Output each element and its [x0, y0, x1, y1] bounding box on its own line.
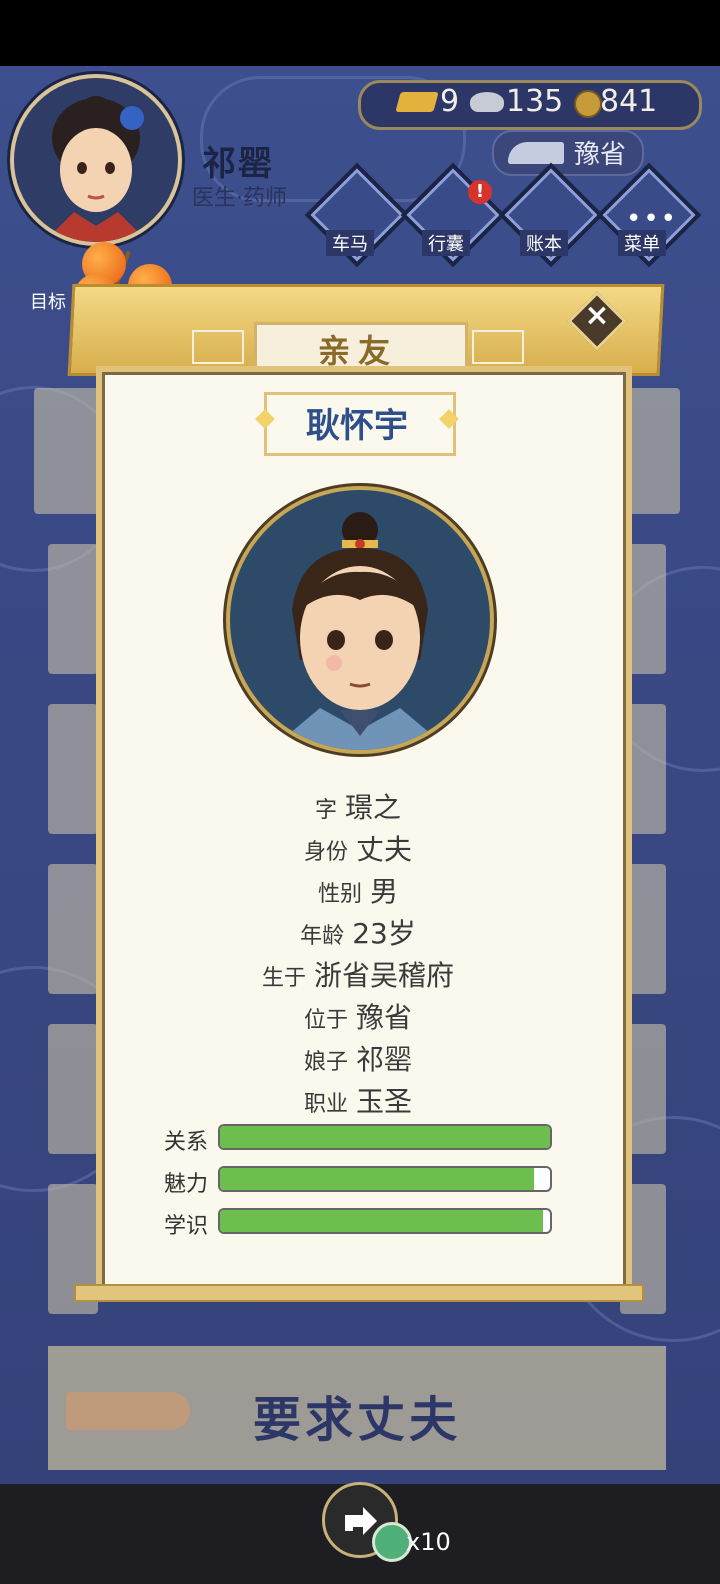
charm-fill — [220, 1168, 534, 1190]
gold-count: 9 — [440, 84, 460, 119]
info-label: 年龄 — [300, 924, 345, 949]
stat-label-relationship: 关系 — [164, 1130, 209, 1155]
nav-label-ledger: 账本 — [520, 230, 568, 256]
player-profession: 医生·药师 — [192, 186, 287, 211]
request-husband-button[interactable]: 要求丈夫 — [48, 1380, 666, 1450]
nav-label-menu: 菜单 — [618, 230, 666, 256]
province-label: 豫省 — [574, 140, 627, 170]
gold-ingot-icon — [395, 92, 439, 112]
info-value: 祁罂 — [356, 1043, 413, 1076]
bg-card — [48, 864, 98, 994]
coin-icon — [574, 90, 602, 118]
target-label: 目标 — [30, 292, 66, 313]
info-row-location: 位于 豫省 — [100, 996, 616, 1036]
info-value: 23岁 — [352, 917, 416, 950]
info-label: 字 — [314, 798, 337, 823]
info-value: 璟之 — [345, 791, 402, 824]
info-row-age: 年龄 23岁 — [100, 912, 616, 952]
nav-label-bag: 行囊 — [422, 230, 470, 256]
banner-ornament — [472, 330, 524, 364]
info-label: 生于 — [261, 966, 306, 991]
player-avatar[interactable] — [10, 74, 182, 246]
share-reward-count: x10 — [406, 1528, 451, 1556]
info-value: 豫省 — [356, 1001, 413, 1034]
coin-count: 841 — [600, 84, 658, 119]
person-portrait — [226, 486, 494, 754]
info-row-wife: 娘子 祁罂 — [100, 1038, 616, 1078]
person-name: 耿怀宇 — [306, 406, 408, 446]
info-value: 浙省吴稽府 — [314, 959, 455, 992]
notification-badge-icon: ! — [468, 180, 492, 204]
info-row-birthplace: 生于 浙省吴稽府 — [100, 954, 616, 994]
info-row-gender: 性别男 — [100, 870, 616, 910]
silver-count: 135 — [506, 84, 564, 119]
stat-label-charm: 魅力 — [164, 1172, 209, 1197]
bg-card — [48, 704, 98, 834]
close-icon[interactable]: × — [580, 298, 614, 333]
info-row-occupation: 职业 玉圣 — [100, 1080, 616, 1120]
player-name: 祁罂 — [202, 144, 274, 184]
relationship-fill — [220, 1126, 550, 1148]
info-label: 职业 — [303, 1092, 348, 1117]
banner-ornament — [192, 330, 244, 364]
info-row-identity: 身份 丈夫 — [100, 828, 616, 868]
bg-card — [48, 1024, 98, 1154]
knowledge-bar — [218, 1208, 552, 1234]
info-label: 性别 — [317, 882, 362, 907]
bg-card — [48, 544, 98, 674]
info-value: 男 — [370, 875, 399, 908]
status-bar — [0, 0, 720, 66]
silver-ingot-icon — [470, 92, 504, 112]
info-label: 位于 — [303, 1008, 348, 1033]
scroll-bottom-rod — [74, 1284, 644, 1302]
charm-bar — [218, 1166, 552, 1192]
stat-label-knowledge: 学识 — [164, 1214, 209, 1239]
info-value: 丈夫 — [356, 833, 413, 866]
info-label: 娘子 — [303, 1050, 348, 1075]
nav-label-carriage: 车马 — [326, 230, 374, 256]
relationship-bar — [218, 1124, 552, 1150]
knowledge-fill — [220, 1210, 544, 1232]
info-label: 身份 — [303, 840, 348, 865]
info-row-courtesy-name: 字璟之 — [100, 786, 616, 826]
info-value: 玉圣 — [356, 1085, 413, 1118]
iron-icon — [508, 142, 564, 164]
